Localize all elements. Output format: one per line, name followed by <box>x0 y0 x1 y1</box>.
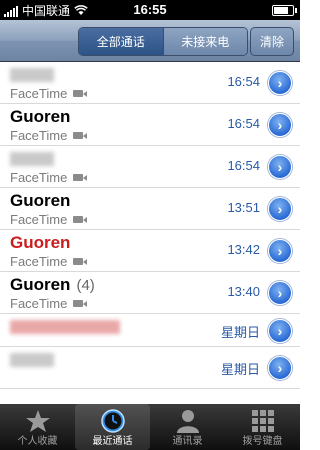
call-type-label: FaceTime <box>10 170 68 185</box>
call-row[interactable]: FaceTime 16:54 › <box>0 146 300 188</box>
battery-fill <box>274 7 288 14</box>
video-camera-icon <box>73 174 88 181</box>
recent-calls-list: FaceTime 16:54 › Guoren FaceTime 16:54 ›… <box>0 62 300 404</box>
call-type-label: FaceTime <box>10 128 68 143</box>
call-type: FaceTime <box>10 86 88 101</box>
caller-name-text: Guoren <box>10 191 71 210</box>
detail-disclosure-button[interactable]: › <box>268 197 292 221</box>
call-row[interactable]: Guoren FaceTime 13:51 › <box>0 188 300 230</box>
call-time: 16:54 <box>227 116 260 131</box>
tab-bar: 个人收藏 最近通话 通讯录 拨号键盘 <box>0 404 300 450</box>
call-row[interactable]: 星期日 › <box>0 314 300 347</box>
nav-bar: 全部通话 未接来电 清除 <box>0 20 300 62</box>
caller-name: Guoren <box>10 233 70 253</box>
detail-disclosure-button[interactable]: › <box>268 71 292 95</box>
call-time: 13:51 <box>227 200 260 215</box>
call-row[interactable]: 星期日 › <box>0 347 300 389</box>
caller-name-text: Guoren <box>10 233 71 252</box>
star-icon <box>25 410 50 432</box>
video-camera-icon <box>73 258 88 265</box>
detail-disclosure-button[interactable]: › <box>268 113 292 137</box>
clear-button[interactable]: 清除 <box>250 27 294 56</box>
tab-label: 通讯录 <box>172 436 203 447</box>
tab-keypad[interactable]: 拨号键盘 <box>225 404 300 450</box>
redacted-name <box>10 68 54 82</box>
tab-contacts[interactable]: 通讯录 <box>150 404 225 450</box>
video-camera-icon <box>73 300 88 307</box>
redacted-name <box>10 320 120 334</box>
caller-name: Guoren <box>10 107 70 127</box>
call-type-label: FaceTime <box>10 212 68 227</box>
caller-name-text: Guoren <box>10 275 71 294</box>
detail-disclosure-button[interactable]: › <box>268 281 292 305</box>
video-camera-icon <box>73 90 88 97</box>
detail-disclosure-button[interactable]: › <box>268 155 292 179</box>
call-filter-segmented-control: 全部通话 未接来电 <box>78 27 248 56</box>
call-type-label: FaceTime <box>10 296 68 311</box>
contacts-icon <box>176 410 199 433</box>
tab-label: 个人收藏 <box>17 436 58 447</box>
call-type: FaceTime <box>10 296 88 311</box>
video-camera-icon <box>73 132 88 139</box>
call-row[interactable]: Guoren FaceTime 13:42 › <box>0 230 300 272</box>
call-type: FaceTime <box>10 212 88 227</box>
keypad-icon <box>251 410 274 432</box>
call-type: FaceTime <box>10 128 88 143</box>
caller-name: Guoren <box>10 191 70 211</box>
call-time: 星期日 <box>220 325 260 340</box>
call-time: 星期日 <box>220 362 260 377</box>
segment-all-calls[interactable]: 全部通话 <box>79 28 163 55</box>
call-row[interactable]: FaceTime 16:54 › <box>0 62 300 104</box>
detail-disclosure-button[interactable]: › <box>268 356 292 380</box>
clock-icon <box>100 409 125 433</box>
segment-missed-calls[interactable]: 未接来电 <box>162 28 247 55</box>
call-time: 16:54 <box>227 74 260 89</box>
detail-disclosure-button[interactable]: › <box>268 319 292 343</box>
call-type: FaceTime <box>10 170 88 185</box>
redacted-name <box>10 152 54 166</box>
call-time: 16:54 <box>227 158 260 173</box>
call-type: FaceTime <box>10 254 88 269</box>
tab-label: 拨号键盘 <box>242 436 283 447</box>
redacted-name <box>10 353 54 367</box>
call-time: 13:40 <box>227 284 260 299</box>
call-count: (4) <box>76 277 95 294</box>
call-time: 13:42 <box>227 242 260 257</box>
status-bar: 中国联通 16:55 <box>0 0 300 20</box>
caller-name: Guoren (4) <box>10 275 95 295</box>
status-time: 16:55 <box>133 2 167 17</box>
battery-icon <box>272 5 297 16</box>
video-camera-icon <box>73 216 88 223</box>
tab-label: 最近通话 <box>92 436 133 447</box>
call-row[interactable]: Guoren (4) FaceTime 13:40 › <box>0 272 300 314</box>
detail-disclosure-button[interactable]: › <box>268 239 292 263</box>
tab-recents[interactable]: 最近通话 <box>75 404 150 450</box>
call-type-label: FaceTime <box>10 86 68 101</box>
call-row[interactable]: Guoren FaceTime 16:54 › <box>0 104 300 146</box>
tab-favorites[interactable]: 个人收藏 <box>0 404 75 450</box>
call-type-label: FaceTime <box>10 254 68 269</box>
caller-name-text: Guoren <box>10 107 71 126</box>
